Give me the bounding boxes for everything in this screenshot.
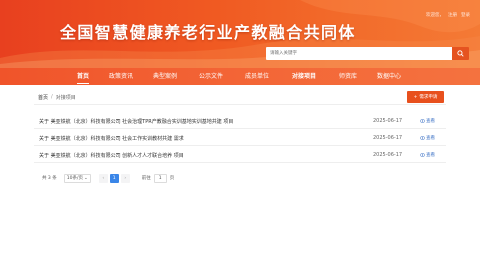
site-title: 全国智慧健康养老行业产教融合共同体 [60, 23, 356, 42]
list-item-title[interactable]: 关于 美亚铁航（北京）科技有限公司 创新人才人才联合培养 项目 [39, 152, 184, 159]
page-size-select[interactable]: 10条/页 ⌄ [63, 173, 91, 183]
goto-page: 前往 1 页 [141, 173, 175, 183]
page-size-value: 10条/页 [66, 176, 83, 181]
view-label: 查看 [426, 119, 435, 124]
view-label: 查看 [426, 136, 435, 141]
nav-item-documents[interactable]: 公示文件 [194, 68, 228, 85]
demand-apply-button[interactable]: + 需求申请 [407, 91, 444, 103]
list-item-date: 2025-06-17 [373, 152, 403, 158]
nav-item-cases[interactable]: 典型案例 [148, 68, 182, 85]
eye-icon [420, 119, 425, 123]
eye-icon [420, 153, 425, 157]
view-link[interactable]: 查看 [420, 152, 435, 158]
chevron-down-icon: ⌄ [83, 175, 88, 181]
list-item: 关于 美亚铁航（北京）科技有限公司 创新人才人才联合培养 项目 2025-06-… [34, 146, 446, 163]
nav-item-projects[interactable]: 对接项目 [287, 68, 321, 85]
view-link[interactable]: 查看 [420, 118, 435, 124]
plus-icon: + [413, 94, 418, 100]
nav-item-home[interactable]: 首页 [72, 68, 94, 85]
search-bar [266, 47, 469, 60]
pagination: 共 3 条 10条/页 ⌄ ‹ 1 › 前往 1 页 [42, 173, 174, 183]
login-link[interactable]: 登录 [461, 12, 470, 18]
register-link[interactable]: 注册 [448, 12, 457, 18]
goto-suffix: 页 [169, 176, 175, 181]
list-item: 关于 美亚铁航（北京）科技有限公司 社会工作实训教材共建 需求 2025-06-… [34, 129, 446, 146]
list-item-date: 2025-06-17 [373, 135, 403, 141]
view-label: 查看 [426, 153, 435, 158]
breadcrumb-current: 对接项目 [55, 95, 76, 101]
list-item-title[interactable]: 关于 美亚铁航（北京）科技有限公司 社会工作实训教材共建 需求 [39, 135, 184, 142]
next-page-button[interactable]: › [120, 173, 130, 183]
total-count: 共 3 条 [42, 176, 57, 181]
goto-prefix: 前往 [141, 176, 151, 181]
search-input[interactable] [266, 47, 452, 60]
nav-item-teachers[interactable]: 师资库 [334, 68, 362, 85]
list-item: 关于 美亚铁航（北京）科技有限公司 社会治理TPR产教融合实训基地实训基地共建 … [34, 112, 446, 129]
list-item-date: 2025-06-17 [373, 118, 403, 124]
list-item-title[interactable]: 关于 美亚铁航（北京）科技有限公司 社会治理TPR产教融合实训基地实训基地共建 … [39, 118, 233, 125]
welcome-text: 欢迎您， [426, 13, 444, 18]
prev-page-button[interactable]: ‹ [98, 173, 108, 183]
breadcrumb-separator: / [51, 94, 53, 100]
breadcrumb: 首页 / 对接项目 [38, 94, 76, 101]
goto-page-input[interactable]: 1 [153, 173, 167, 183]
demand-apply-label: 需求申请 [419, 95, 438, 100]
breadcrumb-bar: 首页 / 对接项目 + 需求申请 [34, 90, 446, 105]
nav-item-policy[interactable]: 政策资讯 [104, 68, 138, 85]
page-number-current[interactable]: 1 [109, 173, 119, 183]
top-links: 欢迎您， 注册 登录 [426, 12, 470, 18]
header-banner: 欢迎您， 注册 登录 全国智慧健康养老行业产教融合共同体 [0, 0, 480, 68]
view-link[interactable]: 查看 [420, 135, 435, 141]
nav-item-data-center[interactable]: 数据中心 [372, 68, 406, 85]
breadcrumb-home[interactable]: 首页 [38, 94, 48, 101]
search-button[interactable] [452, 47, 469, 60]
main-nav: 首页 政策资讯 典型案例 公示文件 成员单位 对接项目 师资库 数据中心 [0, 68, 480, 85]
eye-icon [420, 136, 425, 140]
search-icon [457, 50, 464, 57]
nav-item-members[interactable]: 成员单位 [240, 68, 274, 85]
